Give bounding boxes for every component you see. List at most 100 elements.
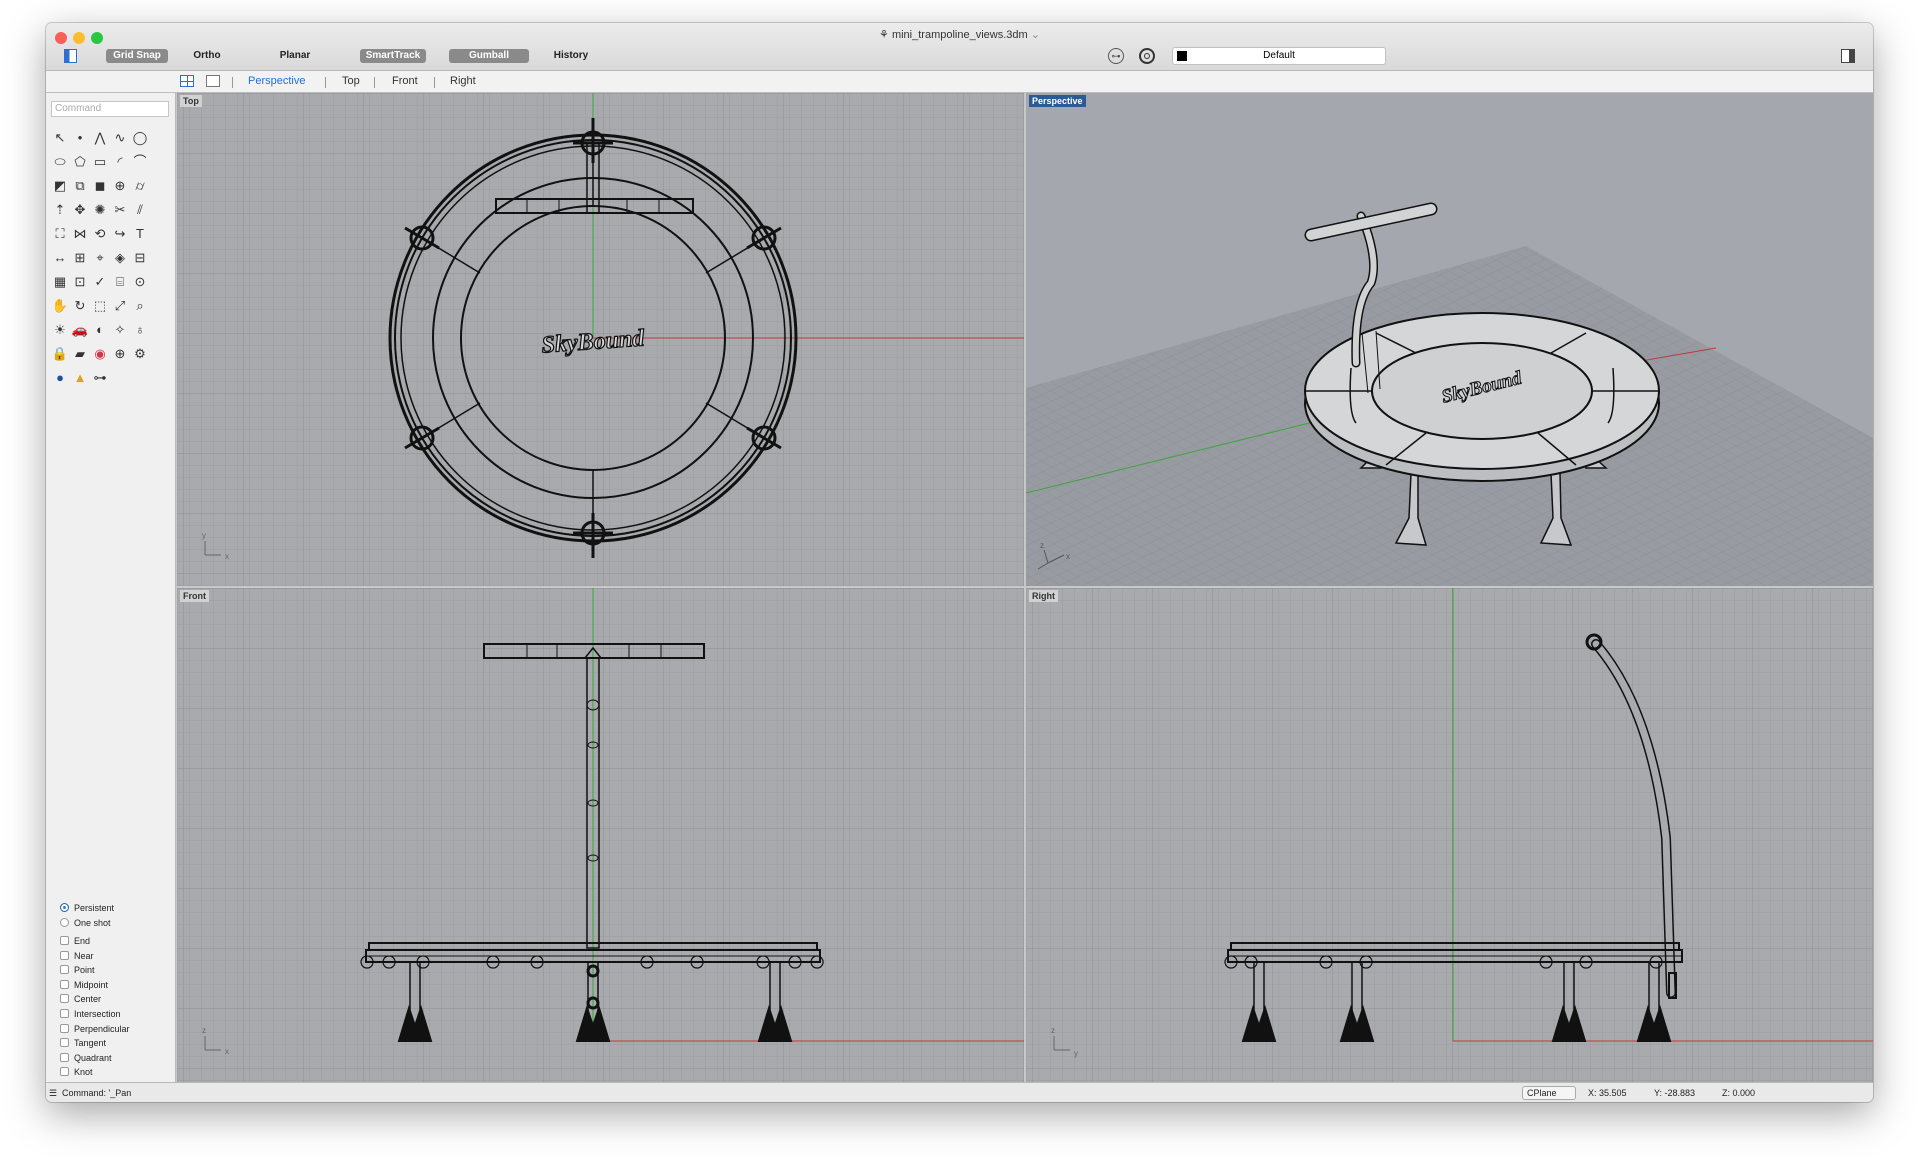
settings-icon[interactable]: ⚙	[131, 345, 149, 363]
zoom-window-icon[interactable]: ⬚	[91, 297, 109, 315]
bulb-icon[interactable]: ♁	[131, 321, 149, 339]
group-icon[interactable]: ⛶	[51, 225, 69, 243]
select-arrow-icon[interactable]: ↖	[51, 129, 69, 147]
globe-icon[interactable]: ●	[51, 369, 69, 387]
hierarchy-icon[interactable]: ⊶	[91, 369, 109, 387]
command-history-icon[interactable]: ☰	[49, 1088, 57, 1099]
chevron-down-icon[interactable]: ⌄	[1028, 29, 1040, 41]
zoom-extents-icon[interactable]: ⤢	[111, 297, 129, 315]
viewport-label-right[interactable]: Right	[1029, 590, 1058, 602]
viewport-label-top[interactable]: Top	[180, 95, 202, 107]
rotate-view-icon[interactable]: ↻	[71, 297, 89, 315]
mesh-icon[interactable]: ⊟	[131, 249, 149, 267]
box-icon[interactable]: ◼	[91, 177, 109, 195]
polygon-icon[interactable]: ⬠	[71, 153, 89, 171]
tab-top[interactable]: Top	[342, 75, 360, 87]
osnap-label: Near	[74, 950, 94, 961]
ortho-button[interactable]: Ortho	[182, 49, 232, 63]
rectangle-icon[interactable]: ▭	[91, 153, 109, 171]
layer-dropdown[interactable]: Default	[1172, 47, 1386, 65]
car-icon[interactable]: 🚗	[71, 321, 89, 339]
split-icon[interactable]: ⫽	[131, 201, 149, 219]
right-view-canvas: z y	[1026, 588, 1873, 1082]
viewport-front[interactable]: z x Front	[177, 588, 1024, 1082]
material-icon[interactable]: ◐	[91, 321, 109, 339]
cplane-dropdown[interactable]: CPlane	[1522, 1086, 1576, 1100]
viewport-top[interactable]: SkyBound y x Top	[177, 93, 1024, 586]
tab-right[interactable]: Right	[450, 75, 476, 87]
polyline-icon[interactable]: ⋀	[91, 129, 109, 147]
osnap-label: Tangent	[74, 1038, 107, 1049]
offset-icon[interactable]: ⟲	[91, 225, 109, 243]
persistent-radio-dot[interactable]	[60, 903, 69, 912]
arc-icon[interactable]: ◜	[111, 153, 129, 171]
grid-icon[interactable]: ▦	[51, 273, 69, 291]
explode-icon[interactable]: ✺	[91, 201, 109, 219]
extrude-icon[interactable]: ⇡	[51, 201, 69, 219]
osnap-checkbox[interactable]	[60, 950, 69, 960]
viewport-perspective[interactable]: SkyBound z x Perspective	[1026, 93, 1873, 586]
osnap-checkbox[interactable]	[60, 1009, 69, 1018]
boolean-icon[interactable]: ⊕	[111, 177, 129, 195]
perspective-view-canvas: SkyBound z x	[1026, 202, 1873, 586]
pan-icon[interactable]: ✋	[51, 297, 69, 315]
single-view-icon[interactable]	[206, 75, 220, 87]
warning-icon[interactable]: ▲	[71, 369, 89, 387]
osnap-checkbox[interactable]	[60, 1052, 69, 1062]
trim-icon[interactable]: ✂	[111, 201, 129, 219]
loft-icon[interactable]: ⧉	[71, 177, 89, 195]
osnap-checkbox[interactable]	[60, 936, 69, 945]
command-input[interactable]: Command	[51, 101, 169, 117]
point-icon[interactable]: •	[71, 129, 89, 147]
curve-tools-icon[interactable]: ↪	[111, 225, 129, 243]
array-icon[interactable]: ⊞	[71, 249, 89, 267]
osnap-checkbox[interactable]	[60, 979, 69, 989]
surface-icon[interactable]: ◩	[51, 177, 69, 195]
planar-button[interactable]: Planar	[270, 49, 320, 63]
search-icon[interactable]: ⌕	[131, 297, 149, 315]
osnap-checkbox[interactable]	[60, 1067, 69, 1077]
history-button[interactable]: History	[546, 49, 596, 63]
transform-icon[interactable]: ✥	[71, 201, 89, 219]
sphere-icon[interactable]: ⊕	[111, 345, 129, 363]
check-icon[interactable]: ✓	[91, 273, 109, 291]
smarttrack-button[interactable]: SmartTrack	[360, 49, 426, 63]
dimension-icon[interactable]: ↔	[51, 249, 69, 267]
curve-icon[interactable]: ∿	[111, 129, 129, 147]
color-wheel-icon[interactable]: ◉	[91, 345, 109, 363]
coord-z: Z: 0.000	[1722, 1088, 1756, 1098]
circle-icon[interactable]: ◯	[131, 129, 149, 147]
viewport-right[interactable]: z y Right	[1026, 588, 1873, 1082]
analyze-icon[interactable]: ◈	[111, 249, 129, 267]
sidebar-toggle-icon[interactable]	[64, 49, 77, 63]
fillet-icon[interactable]: ⌒	[131, 153, 149, 171]
zoom-icon[interactable]: ⊙	[131, 273, 149, 291]
layer-icon[interactable]: ▰	[71, 345, 89, 363]
osnap-icon[interactable]: ⊶	[1108, 48, 1124, 64]
viewport-label-perspective[interactable]: Perspective	[1029, 95, 1086, 107]
target-icon[interactable]	[1139, 48, 1155, 64]
panel-toggle-icon[interactable]	[1841, 49, 1855, 63]
join-icon[interactable]: ⋈	[71, 225, 89, 243]
gumball-button[interactable]: Gumball	[449, 49, 529, 63]
osnap-checkbox[interactable]	[60, 1038, 69, 1048]
grid-snap-button[interactable]: Grid Snap	[106, 49, 168, 63]
light-icon[interactable]: ✧	[111, 321, 129, 339]
one-shot-radio-dot[interactable]	[60, 918, 69, 927]
snap-icon[interactable]: ⌖	[91, 249, 109, 267]
osnap-checkbox[interactable]	[60, 994, 69, 1004]
osnap-checkbox[interactable]	[60, 965, 69, 975]
tab-front[interactable]: Front	[392, 75, 418, 87]
four-view-icon[interactable]	[180, 75, 194, 87]
properties-icon[interactable]: ⊡	[71, 273, 89, 291]
cylinder-icon[interactable]: ⌭	[131, 177, 149, 195]
render-icon[interactable]: ☀	[51, 321, 69, 339]
tab-divider	[374, 77, 375, 88]
tab-perspective[interactable]: Perspective	[248, 75, 305, 87]
viewport-label-front[interactable]: Front	[180, 590, 209, 602]
osnap-checkbox[interactable]	[60, 1023, 69, 1033]
text-icon[interactable]: T	[131, 225, 149, 243]
ellipse-icon[interactable]: ⬭	[51, 153, 69, 171]
measure-icon[interactable]: ⌸	[111, 273, 129, 291]
lock-icon[interactable]: 🔒	[51, 345, 69, 363]
